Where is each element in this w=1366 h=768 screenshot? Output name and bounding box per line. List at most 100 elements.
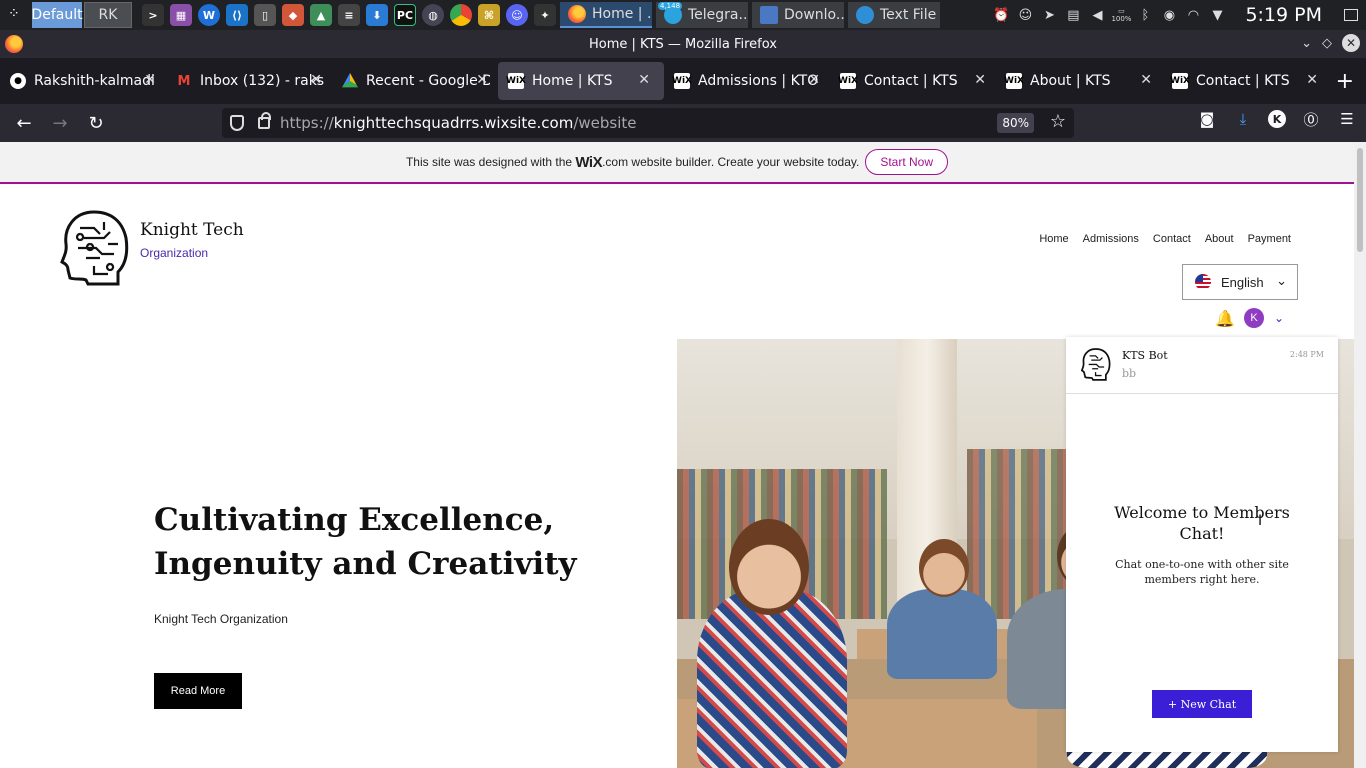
nav-contact[interactable]: Contact	[1153, 233, 1191, 245]
tab-home-kts[interactable]: WiX Home | KTS ✕	[498, 62, 664, 100]
volume-muted-icon[interactable]: ◀	[1089, 7, 1105, 23]
chrome-icon[interactable]	[450, 4, 472, 26]
us-flag-icon	[1195, 274, 1211, 290]
minimize-icon[interactable]: ⌄	[1301, 36, 1312, 51]
extension-icon[interactable]: ⓪	[1300, 108, 1322, 130]
nav-about[interactable]: About	[1205, 233, 1234, 245]
address-bar[interactable]: https://knighttechsquadrrs.wixsite.com/w…	[222, 108, 1074, 138]
workspace-rk[interactable]: RK	[84, 2, 132, 28]
close-tab-icon[interactable]: ✕	[144, 72, 156, 88]
file-icon[interactable]: ▯	[254, 4, 276, 26]
browser-tab-strip: ● Rakshith-kalmadi ✕ M Inbox (132) - rak…	[0, 58, 1366, 104]
battery-icon[interactable]: ▭ 100%	[1111, 7, 1131, 23]
window-titlebar: Home | KTS — Mozilla Firefox ⌄ ◇ ✕	[0, 30, 1366, 58]
downloads-icon[interactable]: ⤓	[1232, 108, 1254, 130]
language-selector[interactable]: English ⌄	[1182, 264, 1298, 300]
close-tab-icon[interactable]: ✕	[974, 72, 986, 88]
tab-contact-2[interactable]: WiX Contact | KTS ✕	[1162, 62, 1328, 100]
tab-gmail[interactable]: M Inbox (132) - raksh ✕	[166, 62, 332, 100]
discord-tray-icon[interactable]: ☺	[1017, 7, 1033, 23]
close-tab-icon[interactable]: ✕	[1140, 72, 1152, 88]
close-tab-icon[interactable]: ✕	[638, 72, 650, 88]
nav-admissions[interactable]: Admissions	[1083, 233, 1139, 245]
workspace-default[interactable]: Default	[31, 2, 83, 28]
new-chat-button[interactable]: + New Chat	[1152, 690, 1252, 718]
notification-bell-icon[interactable]: 🔔	[1215, 309, 1235, 328]
system-tray: ⏰ ☺ ➤ ▤ ◀ ▭ 100% ᛒ ◉ ◠ ▼ 5:19 PM	[993, 0, 1366, 30]
close-tab-icon[interactable]: ✕	[1306, 72, 1318, 88]
page-scrollbar[interactable]	[1354, 142, 1366, 768]
hero-title-line2: Ingenuity and Creativity	[154, 546, 577, 582]
system-monitor-icon[interactable]: ≡	[338, 4, 360, 26]
alarm-icon[interactable]: ⏰	[993, 7, 1009, 23]
reload-icon[interactable]: ↻	[78, 108, 114, 138]
lock-icon[interactable]	[258, 112, 271, 129]
chat-last-message: bb	[1122, 367, 1137, 380]
nav-home[interactable]: Home	[1039, 233, 1068, 245]
bluetooth-icon[interactable]: ᛒ	[1137, 7, 1153, 23]
wix-icon: WiX	[672, 73, 692, 89]
new-tab-icon[interactable]: +	[1336, 69, 1354, 94]
close-tab-icon[interactable]: ✕	[808, 72, 820, 88]
back-icon[interactable]: ←	[6, 108, 42, 138]
menu-icon[interactable]: ☰	[1336, 108, 1358, 130]
writer-icon[interactable]: W	[198, 4, 220, 26]
photo-student	[887, 589, 997, 679]
globe-app-icon[interactable]: ◍	[422, 4, 444, 26]
task-downloads[interactable]: Downlo...	[752, 2, 844, 28]
video-editor-icon[interactable]: ▦	[170, 4, 192, 26]
tracking-protection-icon[interactable]	[230, 115, 244, 131]
photo-student-head	[919, 539, 969, 597]
member-avatar[interactable]: K	[1244, 308, 1264, 328]
account-avatar[interactable]: K	[1268, 110, 1286, 128]
brand-subtitle: Organization	[140, 246, 209, 260]
chat-conversation-item[interactable]: KTS Bot bb 2:48 PM	[1066, 337, 1338, 394]
tab-github[interactable]: ● Rakshith-kalmadi ✕	[0, 62, 166, 100]
app-launcher-icon[interactable]: ⁘	[8, 6, 20, 22]
task-telegram[interactable]: 4,148 Telegra...	[656, 2, 748, 28]
forward-icon[interactable]: →	[42, 108, 78, 138]
microphone-icon[interactable]: ◉	[1161, 7, 1177, 23]
wix-logo: WiX	[575, 153, 603, 171]
discord-icon[interactable]: ☺	[506, 4, 528, 26]
show-desktop-icon[interactable]	[1344, 9, 1358, 21]
pocket-icon[interactable]: ◙	[1196, 108, 1218, 130]
telegram-tray-icon[interactable]: ➤	[1041, 7, 1057, 23]
clipboard-icon[interactable]: ▤	[1065, 7, 1081, 23]
pycharm-icon[interactable]: PC	[394, 4, 416, 26]
maximize-icon[interactable]: ◇	[1322, 36, 1332, 51]
folder-icon	[760, 6, 778, 24]
close-tab-icon[interactable]: ✕	[476, 72, 488, 88]
read-more-button[interactable]: Read More	[154, 673, 242, 709]
tab-contact[interactable]: WiX Contact | KTS ✕	[830, 62, 996, 100]
wifi-icon[interactable]: ◠	[1185, 7, 1201, 23]
member-menu-chevron-icon[interactable]: ⌄	[1274, 311, 1284, 325]
clock[interactable]: 5:19 PM	[1245, 4, 1322, 26]
image-viewer-icon[interactable]: ▲	[310, 4, 332, 26]
task-firefox[interactable]: Home | ...	[560, 2, 652, 28]
nav-payment[interactable]: Payment	[1248, 233, 1291, 245]
wix-banner-text-before: This site was designed with the	[405, 155, 573, 169]
close-window-icon[interactable]: ✕	[1342, 34, 1360, 52]
start-now-button[interactable]: Start Now	[865, 149, 949, 175]
zoom-level[interactable]: 80%	[997, 113, 1034, 133]
tab-admissions[interactable]: WiX Admissions | KTO ✕	[664, 62, 830, 100]
tab-google-drive[interactable]: Recent - Google D ✕	[332, 62, 498, 100]
tab-about[interactable]: WiX About | KTS ✕	[996, 62, 1162, 100]
url-text[interactable]: https://knighttechsquadrrs.wixsite.com/w…	[280, 114, 637, 132]
tool-app-icon[interactable]: ✦	[534, 4, 556, 26]
close-tab-icon[interactable]: ✕	[310, 72, 322, 88]
download-manager-icon[interactable]: ⬇	[366, 4, 388, 26]
cube-app-icon[interactable]: ◆	[282, 4, 304, 26]
site-logo-icon[interactable]	[60, 208, 130, 286]
brand-name[interactable]: Knight Tech	[140, 220, 244, 240]
hero-subtitle: Knight Tech Organization	[154, 612, 288, 626]
terminal-icon[interactable]: >	[142, 4, 164, 26]
network-app-icon[interactable]: ⌘	[478, 4, 500, 26]
bookmark-star-icon[interactable]: ☆	[1050, 111, 1066, 132]
tray-expand-icon[interactable]: ▼	[1209, 7, 1225, 23]
chat-timestamp: 2:48 PM	[1289, 350, 1324, 359]
scrollbar-thumb[interactable]	[1357, 148, 1363, 252]
task-text-editor[interactable]: Text File ...	[848, 2, 940, 28]
vscode-icon[interactable]: ⟨⟩	[226, 4, 248, 26]
